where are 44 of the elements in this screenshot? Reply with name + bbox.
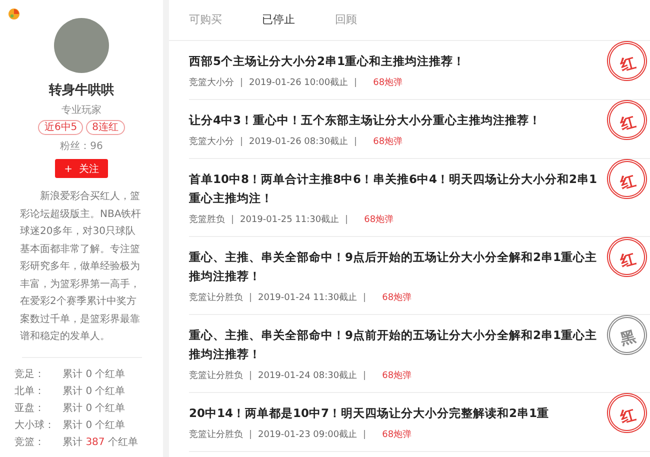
- post-deadline: 2019-01-23 09:00截止: [258, 428, 358, 441]
- fans-count: 96: [90, 141, 103, 152]
- post-category: 竞篮让分胜负: [189, 370, 243, 382]
- post-deadline: 2019-01-26 08:30截止: [249, 136, 348, 148]
- post-title[interactable]: 重心、主推、串关全部命中！9点后开始的五场让分大小分全解和2串1重心主推均注推荐！: [189, 248, 600, 286]
- stat-label: 竞篮：: [14, 436, 46, 448]
- post-title[interactable]: 重心、主推、串关全部命中！9点前开始的五场让分大小分全解和2串1重心主推均注推荐！: [189, 326, 600, 364]
- post-deadline: 2019-01-26 10:00截止: [249, 76, 348, 89]
- logo-icon: [8, 8, 20, 20]
- user-role: 专业玩家: [62, 104, 102, 117]
- follow-button[interactable]: + 关注: [55, 159, 108, 178]
- post-title[interactable]: 西部5个主场让分大小分2串1重心和主推均注推荐！: [189, 52, 466, 71]
- stat-value: 累计 387 个红单: [62, 436, 138, 448]
- stat-label: 竞足：: [14, 368, 46, 380]
- post-title[interactable]: 让分4中3！重心中！五个东部主场让分大小分重心主推均注推荐！: [189, 111, 542, 130]
- post-category: 竞篮让分胜负: [189, 292, 243, 304]
- record-badge: 近6中5: [38, 120, 84, 135]
- stat-label: 亚盘：: [14, 402, 46, 414]
- post-price: 68炮弹: [373, 136, 403, 148]
- post-category: 竞篮大小分: [189, 76, 234, 89]
- post-category: 竞篮大小分: [189, 136, 234, 148]
- bio-text: 新浪爱彩合买红人，篮彩论坛超级版主。NBA铁杆球迷20多年，对30只球队基本面都非常了解。专注篮彩研究多年，做单经验极为丰富，为篮彩界第一高手，在爱彩2个赛季累计中奖方案数过千单，是篮彩界最靠谱和稳定的发单人。: [19, 190, 142, 344]
- post-deadline: 2019-01-24 11:30截止: [258, 292, 358, 304]
- post-deadline: 2019-01-25 11:30截止: [240, 214, 340, 226]
- stat-value: 累计 0 个红单: [62, 402, 126, 414]
- post-price: 68炮弹: [364, 214, 394, 226]
- post-deadline: 2019-01-24 08:30截止: [258, 370, 358, 382]
- tab[interactable]: 已停止: [262, 10, 295, 30]
- stat-value: 累计 0 个红单: [62, 384, 126, 398]
- fans-label: 粉丝：: [60, 141, 90, 152]
- post-price: 68炮弹: [382, 428, 412, 441]
- post-category: 竞篮让分胜负: [189, 428, 243, 441]
- post-price: 68炮弹: [373, 76, 403, 89]
- stat-value: 累计 0 个红单: [62, 418, 126, 432]
- stat-label: 大小球：: [14, 418, 56, 432]
- post-price: 68炮弹: [382, 292, 412, 304]
- post-title[interactable]: 20中14！两单都是10中7！明天四场让分大小分完整解读和2串1重: [189, 404, 550, 423]
- stat-label: 北单：: [14, 384, 46, 398]
- record-badge: 8连红: [86, 120, 125, 135]
- stat-value: 累计 0 个红单: [62, 368, 126, 380]
- post-title[interactable]: 首单10中8！两单合计主推8中6！串关推6中4！明天四场让分大小分和2串1重心主推均注！: [189, 170, 600, 208]
- post-price: 68炮弹: [382, 370, 412, 382]
- post-category: 竞篮胜负: [189, 214, 225, 226]
- user-name: 转身牛哄哄: [49, 82, 114, 99]
